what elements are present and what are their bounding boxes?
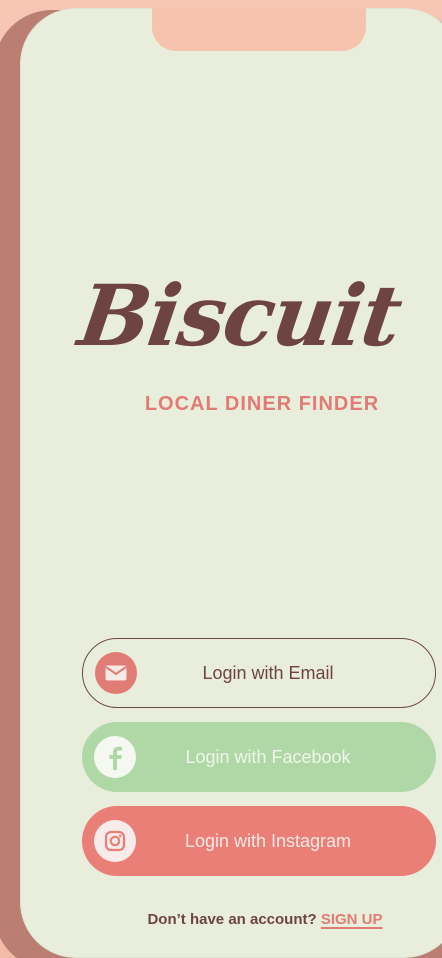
login-instagram-button[interactable]: Login with Instagram (82, 806, 436, 876)
phone-screen: Biscuit LOCAL DINER FINDER Login with Em… (20, 8, 442, 958)
signup-prompt-text: Don’t have an account? (147, 911, 317, 928)
screen-stage: Biscuit LOCAL DINER FINDER Login with Em… (0, 0, 442, 958)
mail-icon (95, 652, 137, 694)
phone-notch (152, 8, 366, 51)
app-logo: Biscuit (73, 266, 407, 365)
facebook-icon (94, 736, 136, 778)
login-facebook-button[interactable]: Login with Facebook (82, 722, 436, 792)
app-tagline: LOCAL DINER FINDER (144, 393, 380, 415)
signup-prompt: Don’t have an account? SIGN UP (100, 911, 430, 928)
signup-link[interactable]: SIGN UP (321, 911, 383, 928)
instagram-icon (94, 820, 136, 862)
login-email-button[interactable]: Login with Email (82, 638, 436, 708)
